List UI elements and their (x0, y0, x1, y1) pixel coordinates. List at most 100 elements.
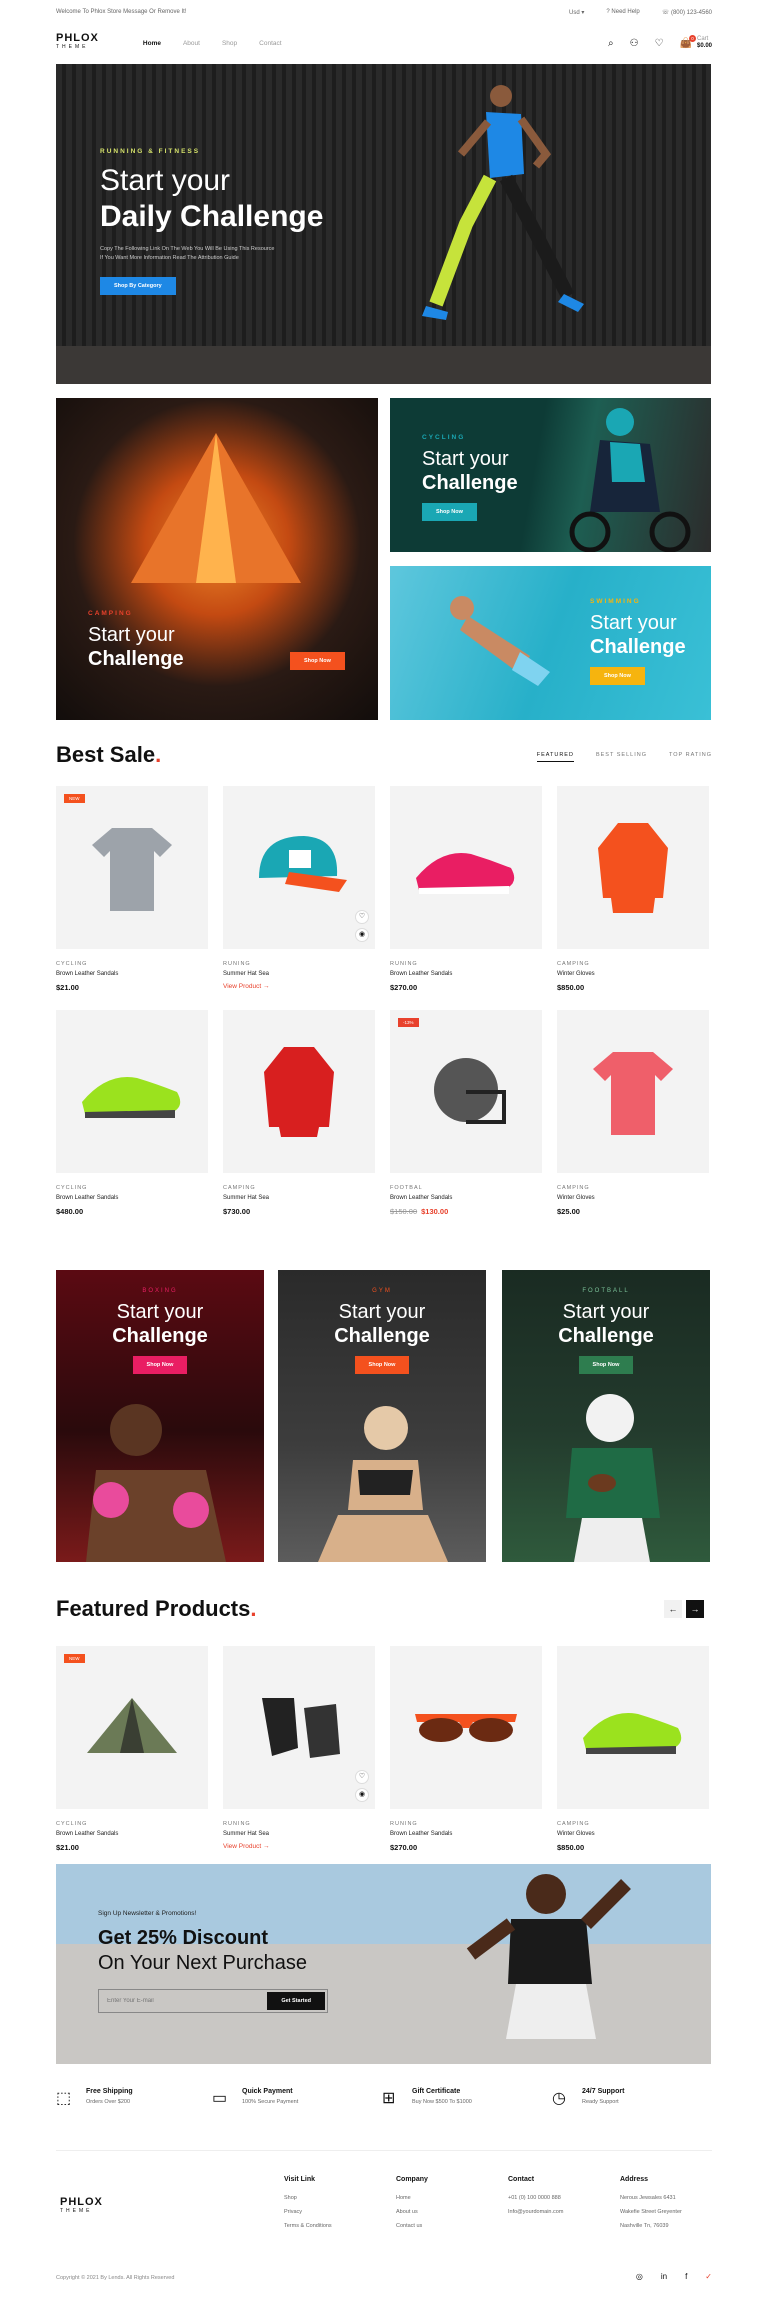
product-category: CYCLING (56, 1821, 88, 1827)
footer-link[interactable]: Terms & Conditions (284, 2223, 332, 2229)
product-card[interactable]: CAMPING Summer Hat Sea $730.00 (223, 1010, 375, 1216)
product-card[interactable]: RUNING Brown Leather Sandals $270.00 (390, 1646, 542, 1852)
product-name[interactable]: Brown Leather Sandals (390, 971, 542, 977)
footer-email[interactable]: Info@yourdomain.com (508, 2209, 563, 2215)
clock-icon: ◷ (552, 2090, 566, 2107)
product-price: $850.00 (557, 1843, 585, 1852)
wishlist-icon[interactable]: ♡ (355, 1770, 369, 1784)
product-name[interactable]: Winter Gloves (557, 1831, 709, 1837)
quick-view-icon[interactable]: ◉ (355, 1788, 369, 1802)
tab-best-selling[interactable]: BEST SELLING (596, 752, 647, 762)
nav-home[interactable]: Home (143, 40, 161, 47)
product-name[interactable]: Brown Leather Sandals (56, 971, 208, 977)
tab-top-rating[interactable]: TOP RATING (669, 752, 712, 762)
gym-shop-button[interactable]: Shop Now (354, 1356, 410, 1374)
product-card[interactable]: CAMPING Winter Gloves $850.00 (557, 786, 709, 992)
tab-featured[interactable]: FEATURED (536, 752, 574, 762)
product-name[interactable]: Brown Leather Sandals (390, 1195, 542, 1201)
camping-title: Start your Challenge (88, 624, 184, 670)
footer-link[interactable]: Shop (284, 2195, 332, 2201)
facebook-icon[interactable]: f (685, 2272, 687, 2281)
product-card[interactable]: NEW CYCLING Brown Leather Sandals $21.00 (56, 786, 208, 992)
help-link[interactable]: ? Need Help (606, 9, 639, 15)
gym-banner[interactable]: GYM Start your Challenge Shop Now (278, 1270, 486, 1562)
wallet-icon: ▭ (212, 2090, 228, 2107)
product-card[interactable]: CYCLING Brown Leather Sandals $480.00 (56, 1010, 208, 1216)
product-name[interactable]: Summer Hat Sea (223, 1831, 375, 1837)
boxing-kicker: BOXING (142, 1288, 178, 1294)
boxing-banner[interactable]: BOXING Start your Challenge Shop Now (56, 1270, 264, 1562)
feature-gift-certificate: ⊞ Gift Certificate Buy Now $500 To $1000 (382, 2088, 472, 2107)
product-card[interactable]: RUNING Brown Leather Sandals $270.00 (390, 786, 542, 992)
product-card[interactable]: CAMPING Winter Gloves $25.00 (557, 1010, 709, 1216)
newsletter-kicker: Sign Up Newsletter & Promotions! (98, 1910, 197, 1917)
product-card[interactable]: ♡ ◉ RUNING Summer Hat Sea View Product → (223, 1646, 375, 1850)
product-category: RUNING (390, 961, 418, 967)
product-name[interactable]: Brown Leather Sandals (56, 1831, 208, 1837)
swimming-banner[interactable]: SWIMMING Start your Challenge Shop Now (390, 566, 711, 720)
footer-link[interactable]: Home (396, 2195, 428, 2201)
copyright: Copyright © 2021 By Lends. All Rights Re… (56, 2275, 175, 2281)
bag-icon: 👜 0 (680, 34, 696, 49)
footer-visit-links: Visit Link Shop Privacy Terms & Conditio… (284, 2176, 332, 2229)
new-badge: NEW (64, 794, 85, 803)
football-shop-button[interactable]: Shop Now (578, 1356, 634, 1374)
logo[interactable]: PHLOX THEME (56, 33, 99, 52)
product-name[interactable]: Brown Leather Sandals (390, 1831, 542, 1837)
camping-banner[interactable]: CAMPING Start your Challenge Shop Now (56, 398, 378, 720)
camping-shop-button[interactable]: Shop Now (290, 652, 345, 670)
linkedin-icon[interactable]: in (661, 2272, 667, 2281)
nav-contact[interactable]: Contact (259, 40, 281, 47)
cycling-banner[interactable]: CYCLING Start your Challenge Shop Now (390, 398, 711, 552)
user-icon[interactable]: ⚇ (630, 38, 639, 49)
footer-link[interactable]: Contact us (396, 2223, 428, 2229)
phone-link[interactable]: ☏ (800) 123-4560 (662, 9, 712, 16)
boxer-image (86, 1404, 226, 1562)
product-card[interactable]: CAMPING Winter Gloves $850.00 (557, 1646, 709, 1852)
footer-link[interactable]: Privacy (284, 2209, 332, 2215)
product-name[interactable]: Winter Gloves (557, 971, 709, 977)
instagram-icon[interactable]: ◎ (636, 2272, 643, 2281)
footer-logo[interactable]: PHLOX THEME (60, 2197, 103, 2216)
quick-view-icon[interactable]: ◉ (355, 928, 369, 942)
product-name[interactable]: Brown Leather Sandals (56, 1195, 208, 1201)
view-product-link[interactable]: View Product → (223, 983, 375, 990)
question-icon: ? (606, 9, 610, 15)
nav-about[interactable]: About (183, 40, 200, 47)
carousel-prev-button[interactable]: ← (664, 1600, 682, 1618)
product-category: RUNING (390, 1821, 418, 1827)
email-input[interactable] (107, 1998, 268, 2004)
search-icon[interactable]: ⌕ (608, 38, 614, 49)
product-image: ♡ ◉ (223, 1646, 375, 1809)
swimming-shop-button[interactable]: Shop Now (590, 667, 645, 685)
view-product-link[interactable]: View Product → (223, 1843, 375, 1850)
product-category: RUNING (223, 1821, 251, 1827)
product-card[interactable]: NEW CYCLING Brown Leather Sandals $21.00 (56, 1646, 208, 1852)
gym-kicker: GYM (372, 1288, 392, 1294)
product-card[interactable]: ♡ ◉ RUNING Summer Hat Sea View Product → (223, 786, 375, 990)
product-name[interactable]: Summer Hat Sea (223, 971, 375, 977)
nav-shop[interactable]: Shop (222, 40, 237, 47)
product-card[interactable]: -13% FOOTBAL Brown Leather Sandals $150.… (390, 1010, 542, 1216)
cart-label: Cart (696, 36, 709, 42)
boxing-title: Start your Challenge (112, 1301, 208, 1347)
shop-by-category-button[interactable]: Shop By Category (100, 277, 176, 295)
football-banner[interactable]: FOOTBALL Start your Challenge Shop Now (502, 1270, 710, 1562)
carousel-next-button[interactable]: → (686, 1600, 704, 1618)
wishlist-icon[interactable]: ♡ (355, 910, 369, 924)
currency-select[interactable]: Usd ▾ (569, 9, 584, 16)
vine-icon[interactable]: ✓ (705, 2272, 712, 2281)
heart-icon[interactable]: ♡ (655, 38, 664, 49)
cycling-shop-button[interactable]: Shop Now (422, 503, 477, 521)
product-name[interactable]: Summer Hat Sea (223, 1195, 375, 1201)
footer-link[interactable]: About us (396, 2209, 428, 2215)
cart-button[interactable]: 👜 0 Cart $0.00 (680, 34, 712, 50)
product-image (557, 786, 709, 949)
footer-phone[interactable]: +01 (0) 100 0000 888 (508, 2195, 563, 2201)
boxing-shop-button[interactable]: Shop Now (132, 1356, 188, 1374)
get-started-button[interactable]: Get Started (267, 1992, 325, 2010)
product-name[interactable]: Winter Gloves (557, 1195, 709, 1201)
product-price: $21.00 (56, 1843, 79, 1852)
product-price: $730.00 (223, 1207, 251, 1216)
product-category: CYCLING (56, 961, 88, 967)
